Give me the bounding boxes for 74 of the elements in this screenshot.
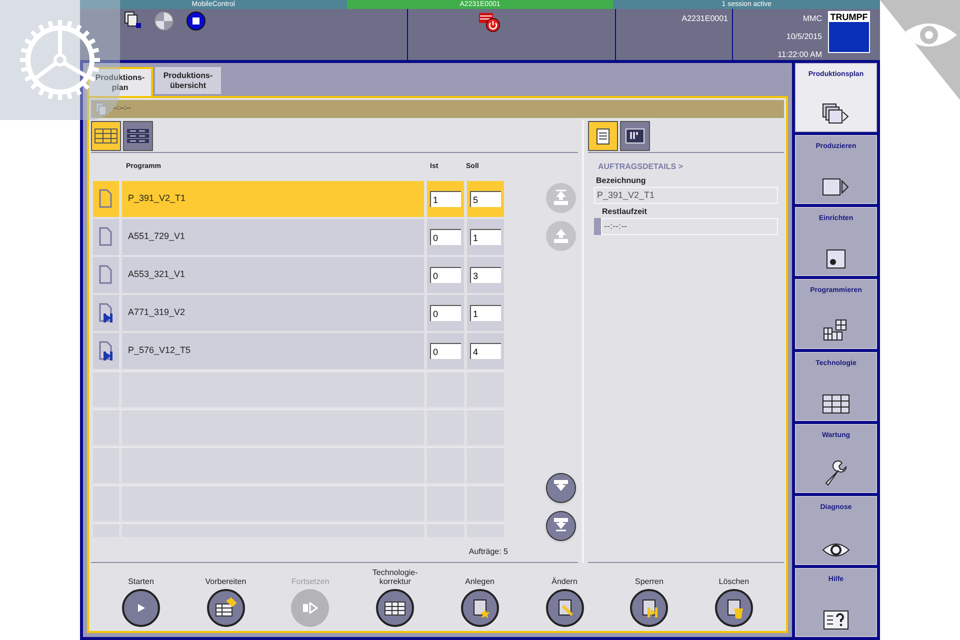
program-name[interactable]: A551_729_V1 [122,219,424,255]
play-icon [136,603,146,613]
document-icon [98,189,114,209]
program-name[interactable]: A771_319_V2 [122,295,424,331]
ist-field[interactable]: 0 [430,305,461,321]
action-label: Löschen [718,577,750,586]
action-button[interactable] [122,589,160,627]
soll-field[interactable]: 1 [470,229,501,245]
table-view-icon [94,128,118,144]
action-button[interactable] [546,589,584,627]
action-label: Vorbereiten [205,577,246,586]
view-toggle[interactable] [620,121,650,151]
eye-icon [822,542,850,558]
field-value: --:--:-- [601,218,778,235]
stacked-frames-icon [822,103,850,126]
clipboard-icon [596,127,610,145]
help-document-icon [823,608,849,630]
order-count: Aufträge: 5 [468,546,508,558]
logo: TRUMPF [828,11,870,53]
resume-icon [302,602,318,614]
move-up-icon [552,189,570,207]
pie-icon [154,11,174,31]
document-icon [98,227,114,247]
move-button[interactable] [546,473,576,503]
program-name[interactable]: A553_321_V1 [122,257,424,293]
ist-field[interactable]: 1 [430,191,461,207]
wrench-icon [823,460,849,486]
panel-icon [625,128,645,144]
action-button[interactable] [206,589,245,627]
tab[interactable]: Produktions- plan [87,67,153,96]
power-icon[interactable] [478,11,502,33]
action-button[interactable] [714,589,753,627]
view-toggle[interactable] [588,121,618,151]
program-name[interactable]: P_391_V2_T1 [122,181,424,217]
copy-icon [124,11,142,29]
program-name[interactable]: P_576_V12_T5 [122,333,424,369]
grid-icon [822,394,850,414]
field-label: Restlaufzeit [602,206,648,218]
stop-icon[interactable] [186,11,206,31]
action-label: Starten [128,577,154,586]
action-label: Sperren [634,577,664,586]
soll-field[interactable]: 5 [470,191,501,207]
move-up-icon [552,227,570,245]
soll-field[interactable]: 4 [470,343,501,359]
soll-field[interactable]: 1 [470,305,501,321]
details-heading: AUFTRAGSDETAILS > [598,161,684,173]
action-button[interactable] [630,589,668,627]
machine-id: A2231E0001 [682,13,728,25]
copy-icon [95,102,109,116]
move-button[interactable] [546,511,576,541]
linked-document-icon [98,303,114,323]
square-play-icon [822,177,850,198]
action-label: Technologie- korrektur [372,568,418,586]
time: 11:22:00 AM [778,49,822,61]
linked-document-icon [98,341,114,361]
list-view-icon [126,128,150,144]
view-toggle[interactable] [123,121,153,151]
table-hammer-icon [214,597,237,619]
field-label: Bezeichnung [596,175,647,187]
tab[interactable]: Produktions- übersicht [155,67,221,94]
view-toggle[interactable] [91,121,121,151]
field-value: P_391_V2_T1 [594,187,778,204]
action-button[interactable] [376,589,414,627]
date: 10/5/2015 [786,31,822,43]
action-label: Ändern [552,577,578,586]
ist-field[interactable]: 0 [430,267,461,283]
document-icon [98,265,114,285]
soll-field[interactable]: 3 [470,267,501,283]
ist-field[interactable]: 0 [430,229,461,245]
action-label: Anlegen [465,577,494,586]
user-name: MMC [802,13,822,25]
ist-field[interactable]: 0 [430,343,461,359]
action-button[interactable] [460,589,499,627]
action-label: Fortsetzen [292,577,330,586]
